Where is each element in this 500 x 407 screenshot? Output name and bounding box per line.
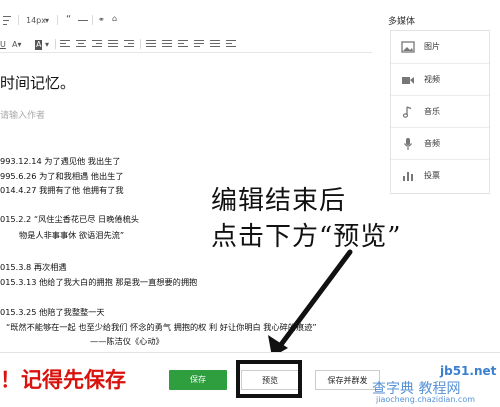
arrow-annotation [268,249,353,357]
watermark-site: jb51.net [440,364,497,378]
save-button[interactable]: 保存 [169,370,227,390]
save-reminder-text: ！记得先保存 [0,368,126,392]
save-and-publish-button[interactable]: 保存并群发 [315,370,380,390]
highlight-box [236,360,302,398]
watermark-url: jiaocheng.chazidian.com [376,395,476,404]
